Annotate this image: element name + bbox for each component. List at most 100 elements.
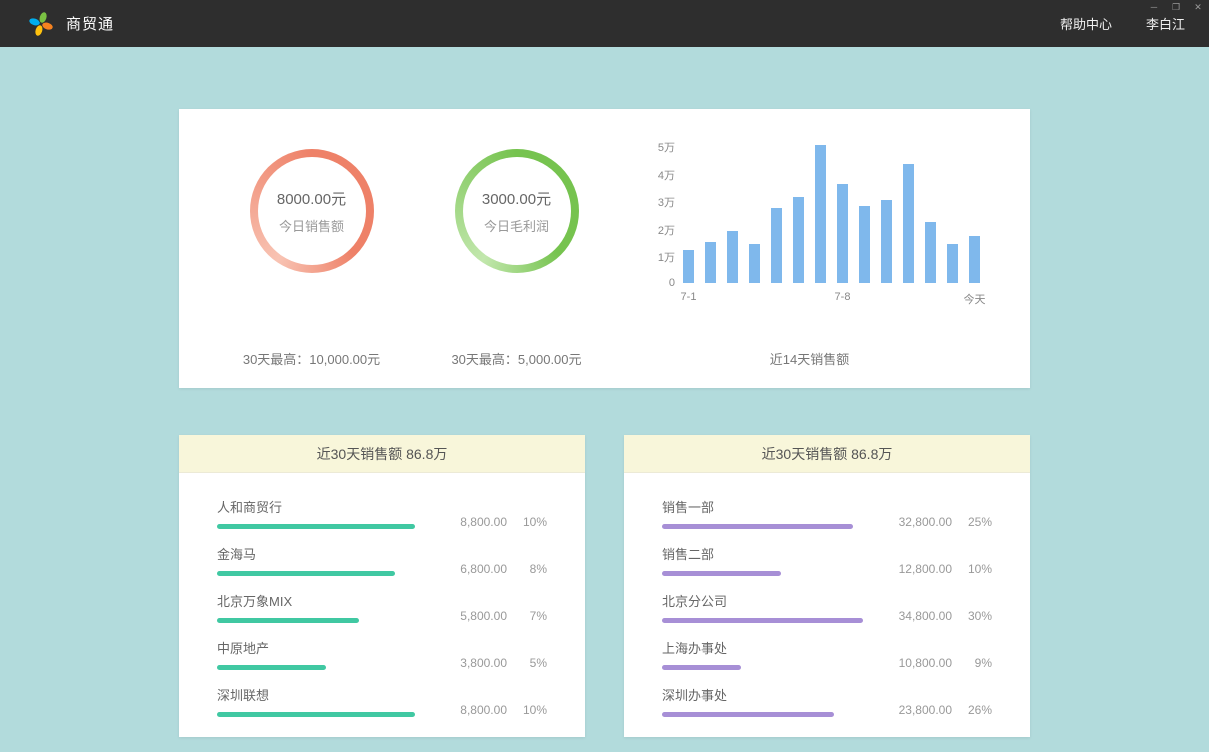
today-sales-label: 今日销售额 [279,216,344,235]
item-name: 销售二部 [662,544,992,563]
item-amount: 3,800.00 [460,656,507,670]
x-tick-label: 今天 [964,291,986,307]
today-profit-panel: 3000.00元 今日毛利润 30天最高：5,000.00元 [414,135,619,368]
department-ranking-card: 近30天销售额 86.8万 销售一部32,800.0025%销售二部12,800… [624,435,1030,737]
item-percent: 30% [962,609,992,623]
bar [859,206,870,283]
today-sales-value: 8000.00元 [277,188,346,209]
sales-donut-center: 8000.00元 今日销售额 [258,157,366,265]
x-tick-label: 7-8 [835,291,851,303]
close-button[interactable]: ✕ [1193,2,1203,12]
item-progress-bar [662,712,834,717]
bar [727,231,738,283]
item-value: 6,800.008% [460,562,547,576]
today-profit-label: 今日毛利润 [484,216,549,235]
item-amount: 10,800.00 [899,656,952,670]
x-axis: 7-17-8今天 [683,283,980,305]
item-percent: 26% [962,703,992,717]
item-value: 23,800.00 26% [899,703,992,717]
item-name: 中原地产 [217,638,547,657]
help-center-link[interactable]: 帮助中心 [1060,14,1112,33]
item-amount: 23,800.00 [899,703,952,717]
item-progress-bar [662,571,781,576]
minimize-button[interactable]: ─ [1149,2,1159,12]
item-progress-bar [217,665,326,670]
bar [749,244,760,283]
item-amount: 32,800.00 [899,515,952,529]
window-controls: ─ ❐ ✕ [1149,2,1203,12]
item-progress-bar [217,524,415,529]
item-name: 深圳联想 [217,685,547,704]
item-progress-bar [217,571,395,576]
y-tick-label: 2万 [658,222,675,238]
titlebar: 商贸通 帮助中心 李白江 ─ ❐ ✕ [0,0,1209,47]
sales-30d-max: 30天最高：10,000.00元 [243,349,380,368]
list-item: 销售一部32,800.0025% [662,497,992,529]
bar [705,242,716,283]
bar [771,208,782,283]
item-value: 5,800.007% [460,609,547,623]
item-value: 3,800.005% [460,656,547,670]
item-progress-bar [662,618,863,623]
list-item: 金海马6,800.008% [217,544,547,576]
item-amount: 12,800.00 [899,562,952,576]
customer-ranking-title: 近30天销售额 86.8万 [179,435,585,473]
item-percent: 7% [517,609,547,623]
app-logo-pinwheel-icon [28,11,54,37]
bar [837,184,848,283]
y-tick-label: 1万 [658,249,675,265]
item-amount: 8,800.00 [460,515,507,529]
x-tick-label: 7-1 [681,291,697,303]
item-name: 北京分公司 [662,591,992,610]
bar [969,236,980,283]
item-progress-bar [217,712,415,717]
y-tick-label: 3万 [658,194,675,210]
list-item: 北京万象MIX5,800.007% [217,591,547,623]
item-percent: 10% [962,562,992,576]
bar [947,244,958,283]
department-ranking-title: 近30天销售额 86.8万 [624,435,1030,473]
sales-14d-chart: 5万4万3万2万1万0 7-17-8今天 近14天销售额 [619,135,1000,368]
sales-donut-ring: 8000.00元 今日销售额 [250,149,374,273]
customer-ranking-card: 近30天销售额 86.8万 人和商贸行8,800.0010%金海马6,800.0… [179,435,585,737]
item-value: 12,800.00 10% [899,562,992,576]
list-item: 销售二部12,800.00 10% [662,544,992,576]
list-item: 深圳联想8,800.00 10% [217,685,547,717]
item-value: 34,800.00 30% [899,609,992,623]
item-percent: 25% [962,515,992,529]
item-amount: 6,800.00 [460,562,507,576]
item-percent: 10% [517,515,547,529]
user-menu[interactable]: 李白江 [1146,14,1185,33]
item-name: 人和商贸行 [217,497,547,516]
bars [683,145,980,283]
item-percent: 10% [517,703,547,717]
profit-donut-ring: 3000.00元 今日毛利润 [455,149,579,273]
item-name: 深圳办事处 [662,685,992,704]
plot-area: 7-17-8今天 [683,145,980,305]
list-item: 北京分公司34,800.00 30% [662,591,992,623]
bar [683,250,694,283]
item-name: 上海办事处 [662,638,992,657]
item-progress-bar [217,618,359,623]
item-amount: 8,800.00 [460,703,507,717]
item-value: 8,800.00 10% [460,515,547,529]
item-amount: 34,800.00 [899,609,952,623]
item-value: 10,800.009% [899,656,992,670]
y-tick-label: 0 [669,277,675,289]
item-name: 金海马 [217,544,547,563]
bar [925,222,936,283]
profit-30d-max: 30天最高：5,000.00元 [451,349,581,368]
item-progress-bar [662,665,741,670]
y-axis: 5万4万3万2万1万0 [639,145,675,283]
list-item: 中原地产3,800.005% [217,638,547,670]
maximize-button[interactable]: ❐ [1171,2,1181,12]
today-profit-value: 3000.00元 [482,188,551,209]
item-value: 32,800.00 25% [899,515,992,529]
bar [793,197,804,283]
app-title: 商贸通 [66,13,114,34]
list-item: 上海办事处10,800.009% [662,638,992,670]
department-ranking-body: 销售一部32,800.0025%销售二部12,800.0010%北京分公司34,… [624,473,1030,737]
item-value: 8,800.00 10% [460,703,547,717]
bar [815,145,826,283]
item-name: 北京万象MIX [217,591,547,610]
